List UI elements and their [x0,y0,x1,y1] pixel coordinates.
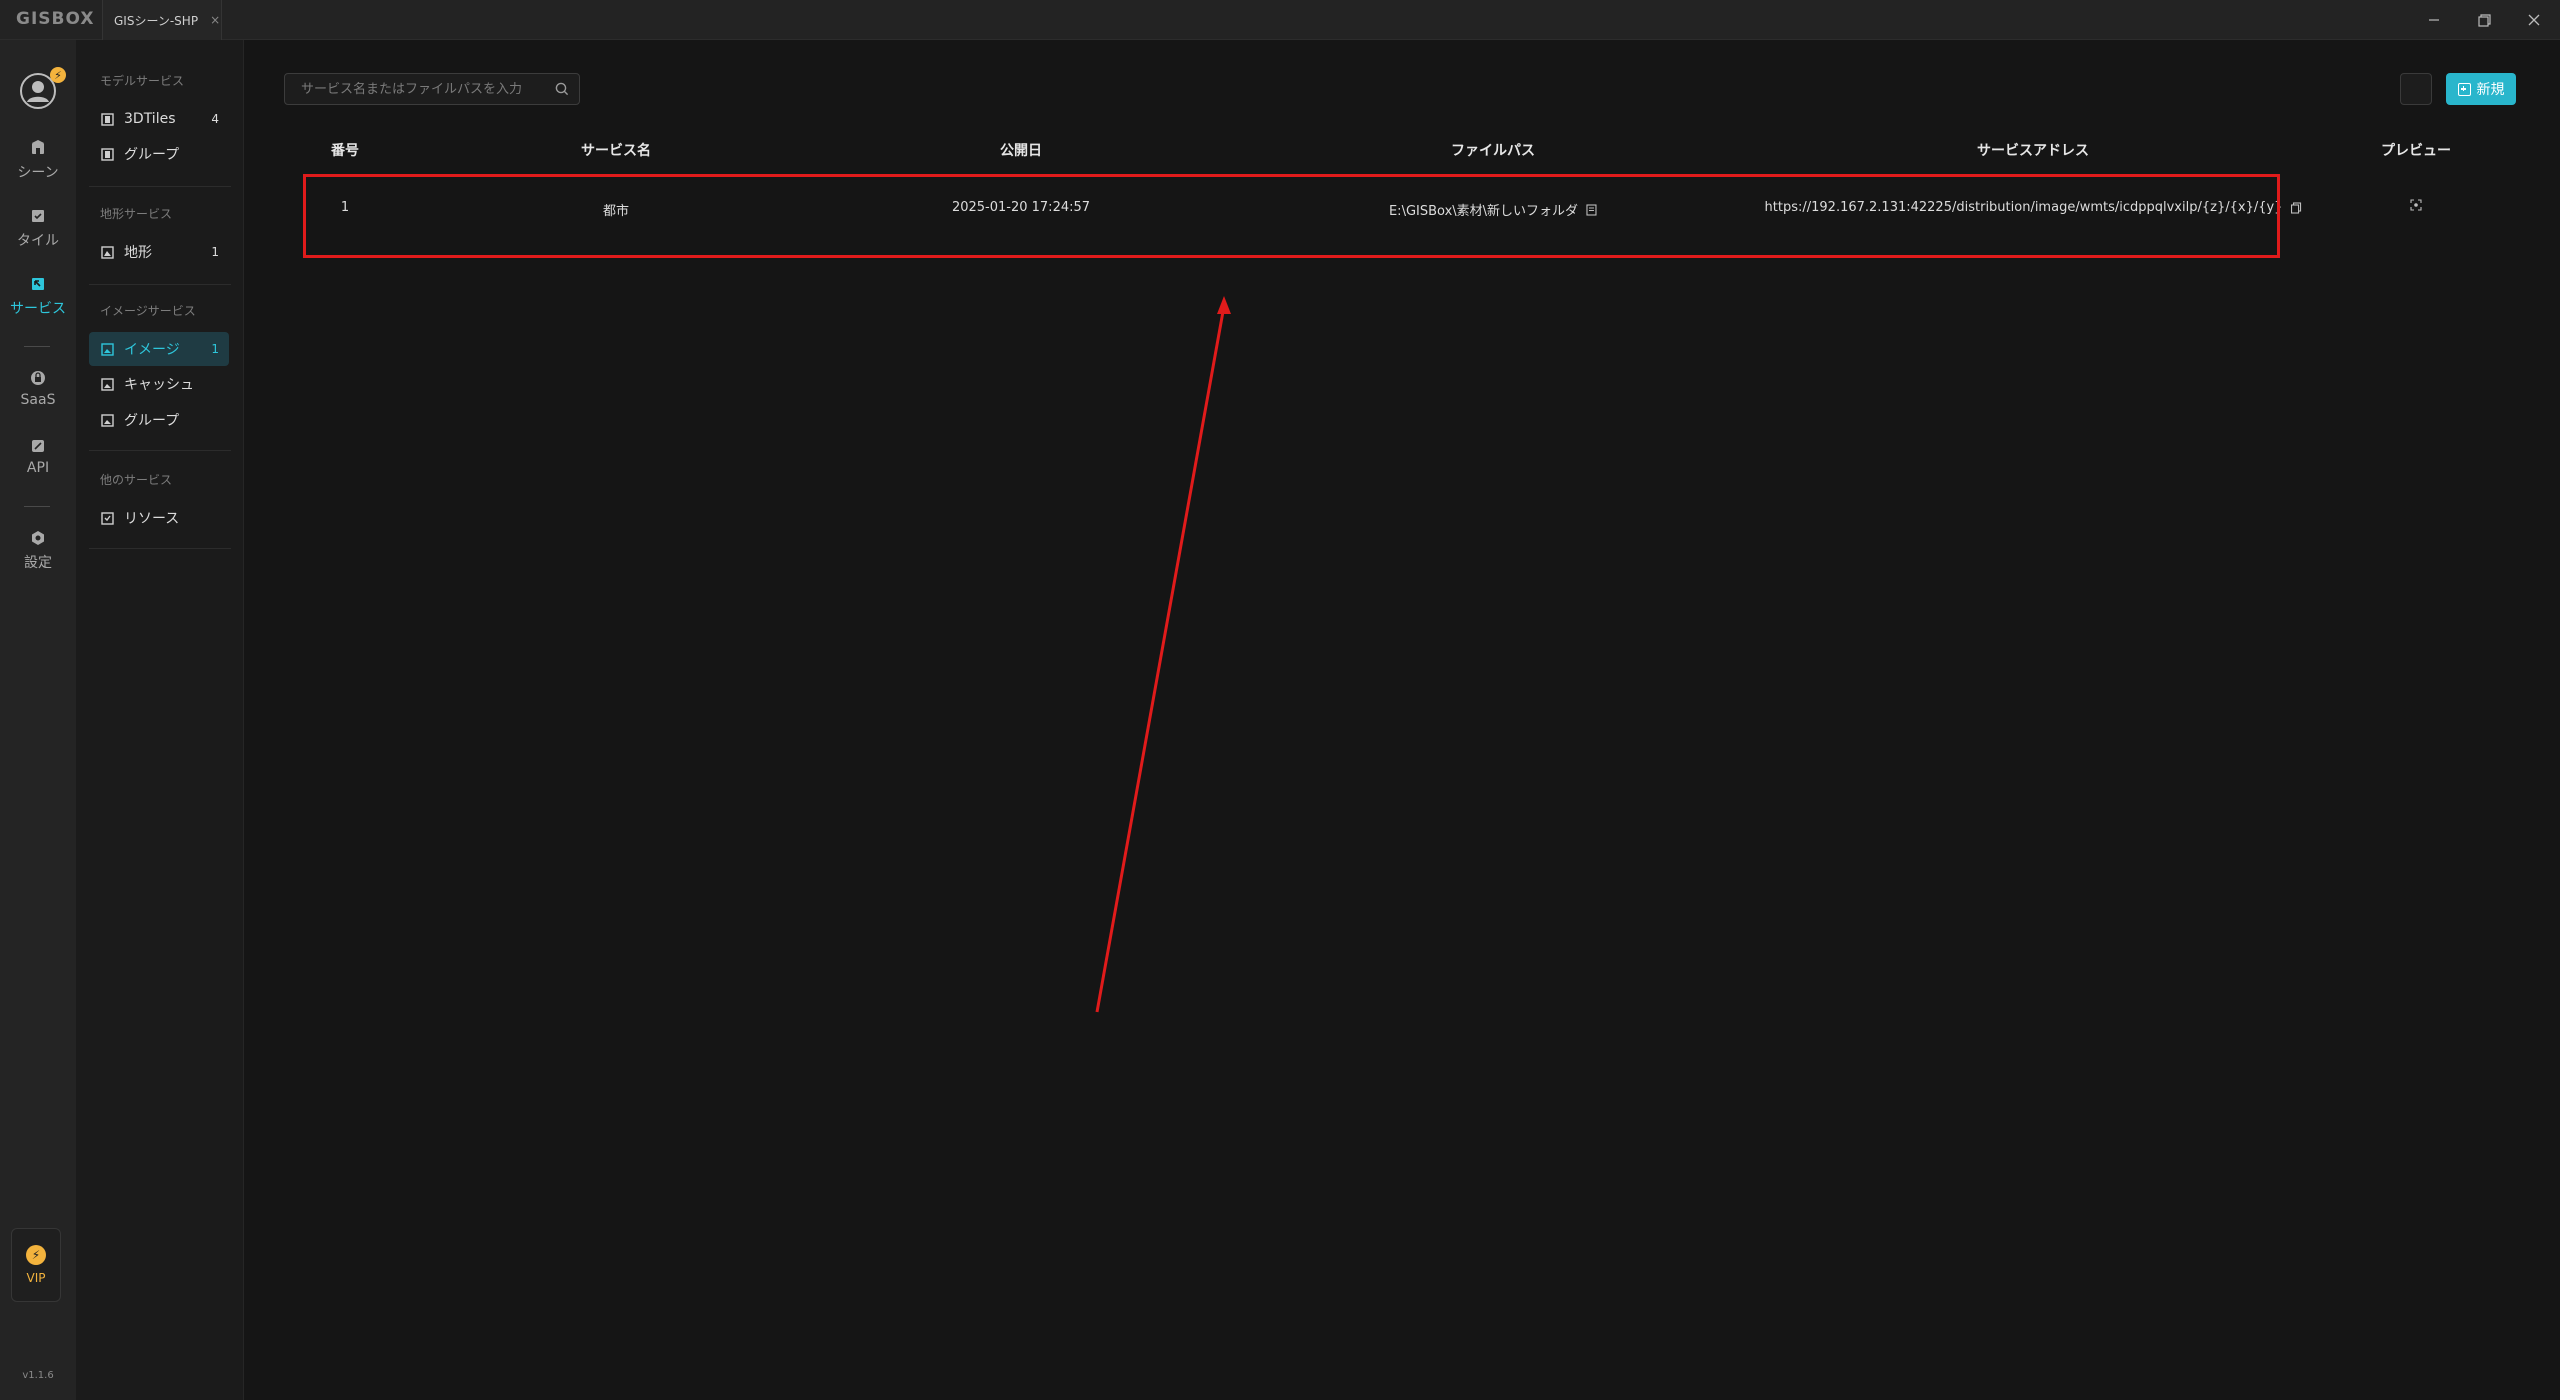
column-header-file-path: ファイルパス [1451,143,1535,159]
nav-scene-label: シーン [17,165,59,181]
sidebar-item-label: グループ [124,147,180,163]
column-header-service-address: サービスアドレス [1977,143,2089,159]
resource-icon [101,511,114,525]
window-close-icon[interactable] [2524,10,2544,30]
app-logo: GISBOX [16,9,95,29]
nav-scene[interactable]: シーン [0,140,76,194]
sidebar-item-label: 3DTiles [124,111,176,127]
toolbar-icon-button[interactable] [2400,73,2432,105]
section-terrain-service: 地形サービス [100,207,173,221]
minimize-icon[interactable] [2424,10,2444,30]
rail-divider [24,506,50,507]
cache-icon [101,377,114,391]
sidebar-item-image-group[interactable]: グループ [89,403,229,437]
copy-icon[interactable] [2290,201,2302,214]
sidebar-item-cache[interactable]: キャッシュ [89,367,229,401]
section-model-service: モデルサービス [100,74,185,88]
item-count: 1 [211,245,219,259]
lightning-badge-icon: ⚡ [50,67,66,83]
search-input[interactable] [301,81,555,97]
plus-icon [2457,82,2471,96]
vip-label: VIP [26,1271,46,1285]
search-icon[interactable] [555,82,569,96]
sidebar-item-label: リソース [124,511,180,527]
sidebar-item-label: グループ [124,413,180,429]
nav-saas-label: SaaS [20,392,56,408]
nav-service[interactable]: サービス [0,276,76,330]
image-icon [101,342,114,356]
preview-icon[interactable] [2410,199,2422,211]
tab-close-icon[interactable]: × [210,13,220,27]
nav-saas[interactable]: SaaS [0,370,76,424]
new-button[interactable]: 新規 [2446,73,2516,105]
terrain-icon [101,245,114,259]
nav-tile[interactable]: タイル [0,208,76,262]
nav-settings[interactable]: 設定 [0,530,76,584]
vip-button[interactable]: ⚡ VIP [11,1228,61,1302]
item-count: 1 [211,342,219,356]
sidebar-divider [89,186,231,187]
sidebar-item-label: 地形 [124,245,152,261]
model-icon [101,112,114,126]
app-version: v1.1.6 [22,1370,54,1381]
group-icon [101,413,114,427]
main-nav-rail: ⚡ シーン タイル サービス SaaS API 設定 ⚡ VIP v1.1.6 [0,40,76,1400]
service-icon [32,278,44,290]
sidebar-item-3dtiles[interactable]: 3DTiles 4 [89,102,229,136]
sidebar-divider [89,450,231,451]
saas-icon [31,371,45,385]
tab-gis-scene-shp[interactable]: GISシーン-SHP × [102,0,222,40]
section-other-service: 他のサービス [100,473,173,487]
column-header-publish-date: 公開日 [1000,143,1042,159]
sidebar-item-model-group[interactable]: グループ [89,137,229,171]
sidebar-item-resource[interactable]: リソース [89,501,229,535]
cell-preview [2410,199,2422,211]
new-button-label: 新規 [2476,82,2505,98]
api-icon [32,440,44,452]
tile-icon [32,210,44,222]
vip-lightning-icon: ⚡ [26,1245,46,1265]
item-count: 4 [211,112,219,126]
section-image-service: イメージサービス [100,304,196,318]
nav-tile-label: タイル [17,233,59,249]
column-header-service-name: サービス名 [581,143,651,159]
sidebar-divider [89,284,231,285]
title-bar: GISBOX GISシーン-SHP × [0,0,2560,40]
sidebar-item-label: イメージ [124,342,180,358]
nav-api-label: API [26,460,50,476]
nav-service-label: サービス [10,301,66,317]
nav-settings-label: 設定 [24,555,52,571]
sidebar-divider [89,548,231,549]
column-header-preview: プレビュー [2381,143,2451,159]
highlight-box [303,174,2280,258]
restore-icon[interactable] [2474,10,2494,30]
sidebar-item-image[interactable]: イメージ 1 [89,332,229,366]
search-box[interactable] [284,73,580,105]
nav-api[interactable]: API [0,438,76,492]
scene-icon [32,140,44,154]
sidebar-item-terrain[interactable]: 地形 1 [89,235,229,269]
column-header-number: 番号 [331,143,359,159]
service-sidebar: モデルサービス 3DTiles 4 グループ 地形サービス 地形 1 イメージサ… [76,40,244,1400]
settings-icon [32,531,44,545]
tab-label: GISシーン-SHP [114,13,199,28]
group-icon [101,147,114,161]
rail-divider [24,346,50,347]
sidebar-item-label: キャッシュ [124,377,194,393]
